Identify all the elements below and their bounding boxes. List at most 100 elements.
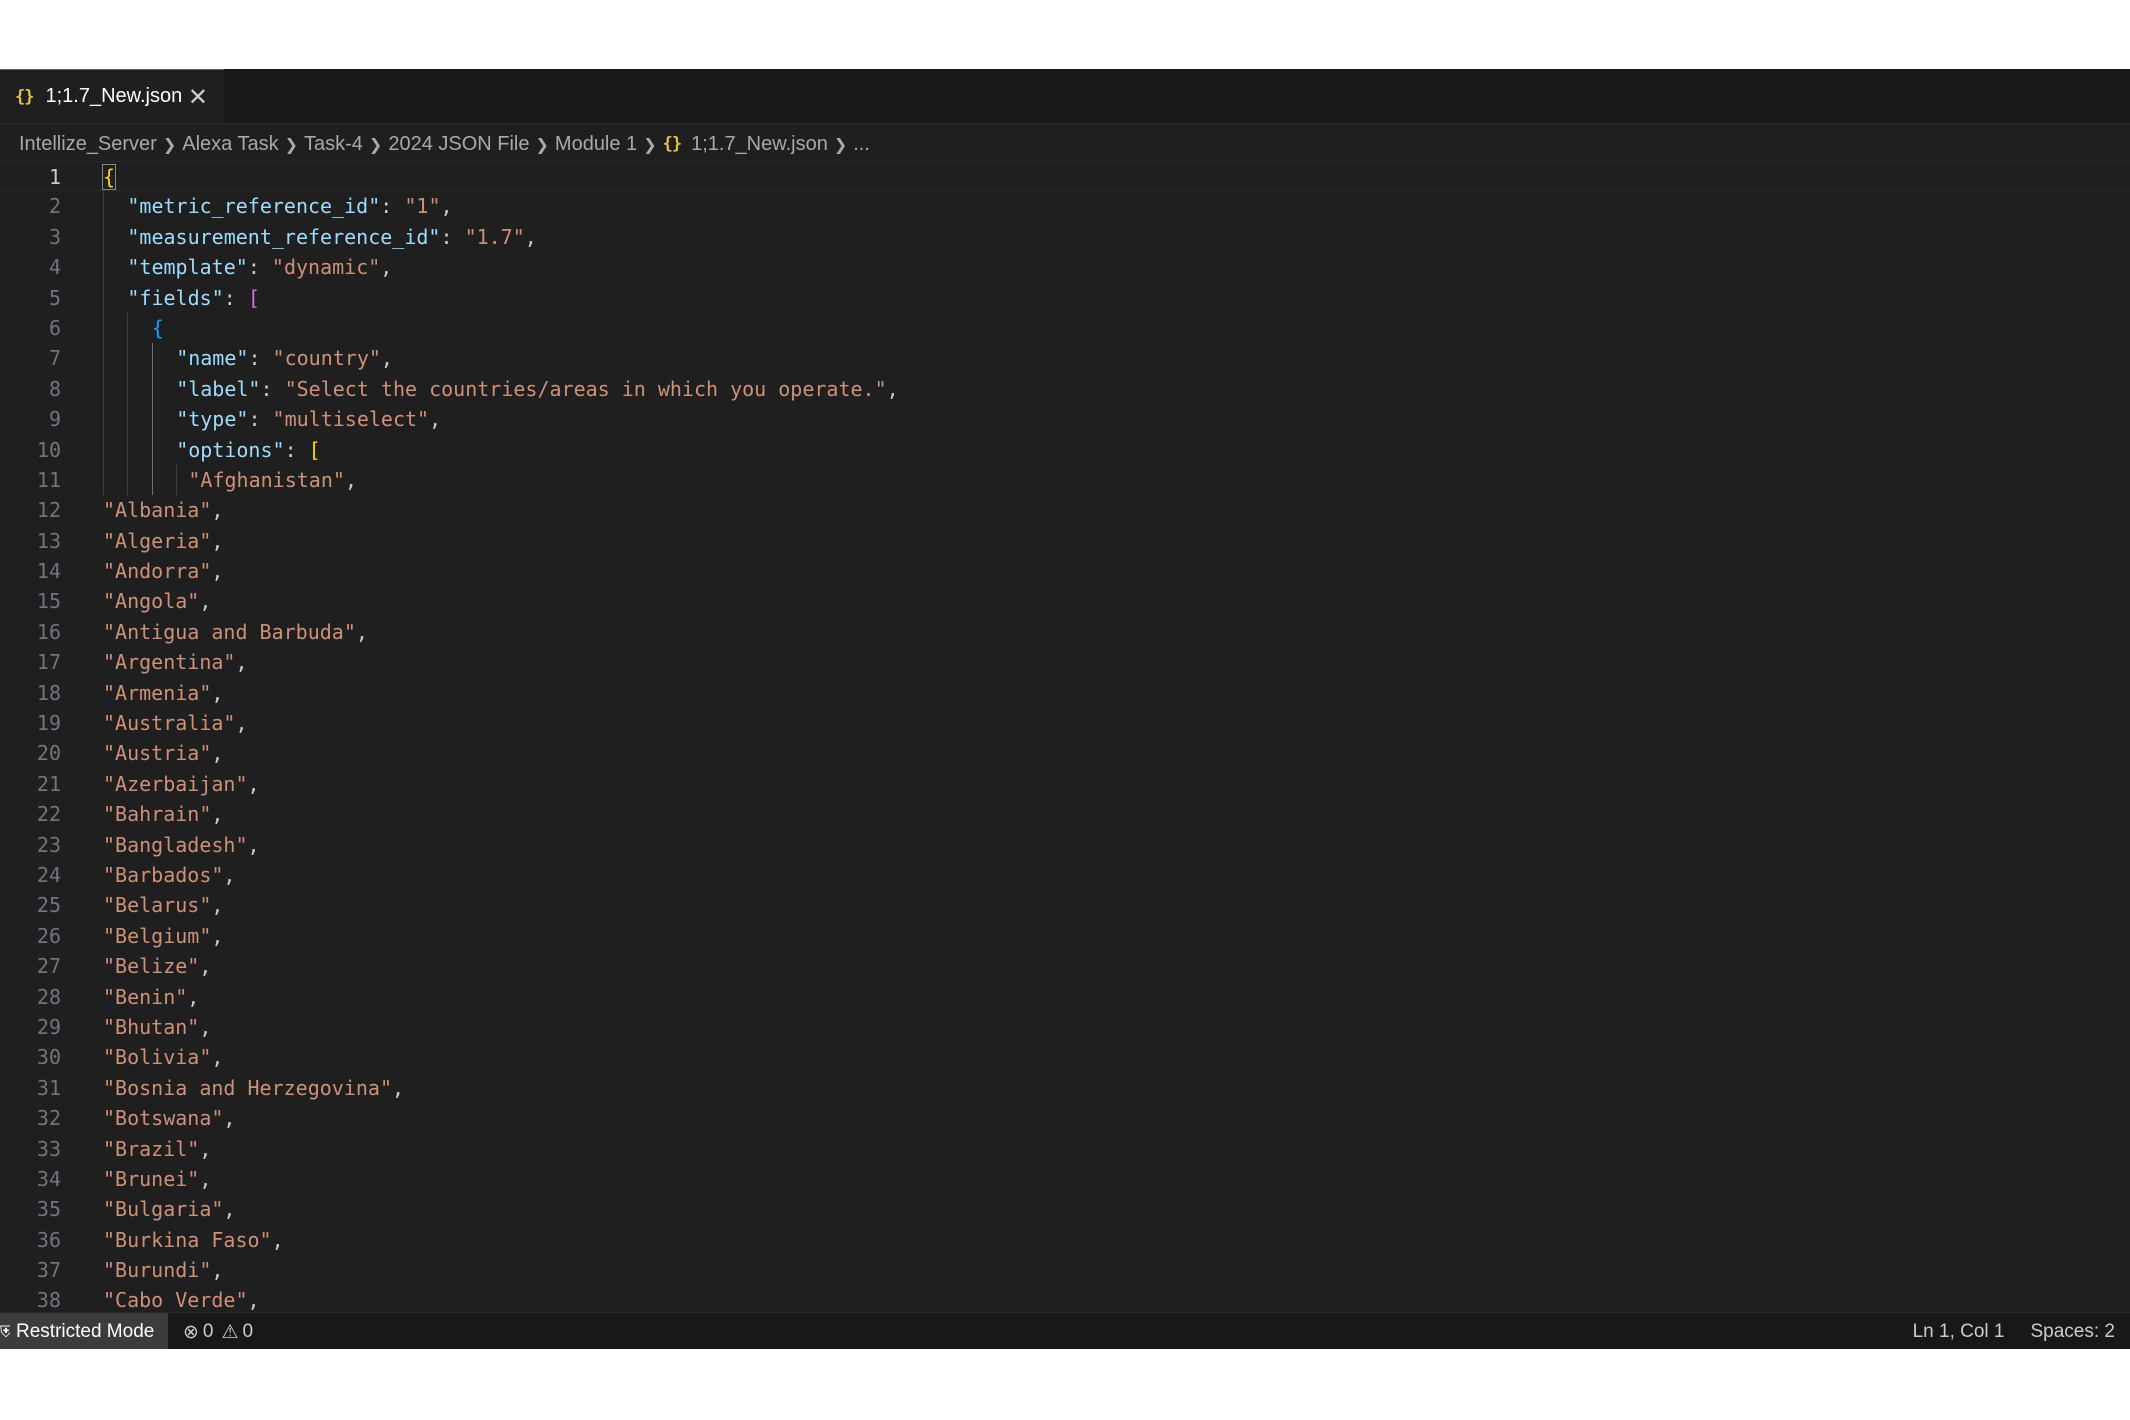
code-token: "Burundi"	[103, 1258, 212, 1283]
code-token: "1.7"	[464, 224, 525, 249]
code-line[interactable]: 35 "Bulgaria",	[0, 1194, 2130, 1224]
code-token: ,	[247, 832, 260, 857]
code-token: ,	[440, 194, 453, 219]
code-token: "options"	[176, 437, 285, 462]
code-token: "name"	[176, 346, 249, 371]
code-token: ,	[223, 862, 236, 887]
code-token: :	[223, 285, 248, 310]
code-line[interactable]: 9 "type": "multiselect",	[0, 404, 2130, 435]
code-line[interactable]: 11 "Afghanistan",	[0, 464, 2130, 496]
code-line[interactable]: 37 "Burundi",	[0, 1255, 2130, 1285]
code-line[interactable]: 31 "Bosnia and Herzegovina",	[0, 1073, 2130, 1103]
code-token: "Bolivia"	[103, 1045, 212, 1070]
code-token: ,	[211, 893, 224, 918]
code-line[interactable]: 8 "label": "Select the countries/areas in…	[0, 373, 2130, 405]
code-token: "Bulgaria"	[103, 1197, 224, 1222]
line-number: 21	[36, 771, 61, 796]
code-token: "Bhutan"	[103, 1014, 200, 1039]
breadcrumb-item[interactable]: Intellize_Server	[19, 133, 157, 156]
code-line[interactable]: 13 "Algeria",	[0, 526, 2130, 556]
code-line[interactable]: 30 "Bolivia",	[0, 1042, 2130, 1072]
code-token: "Afghanistan"	[188, 467, 345, 492]
code-token: "Argentina"	[103, 650, 236, 675]
line-number: 24	[36, 862, 61, 887]
code-content: "Angola",	[103, 586, 211, 616]
code-line[interactable]: 27 "Belize",	[0, 951, 2130, 981]
code-line[interactable]: 17 "Argentina",	[0, 647, 2130, 677]
code-line[interactable]: 2 "metric_reference_id": "1",	[0, 191, 2130, 222]
code-line[interactable]: 25 "Belarus",	[0, 890, 2130, 920]
code-line[interactable]: 33 "Brazil",	[0, 1134, 2130, 1164]
code-line[interactable]: 26 "Belgium",	[0, 921, 2130, 951]
breadcrumb-item[interactable]: Alexa Task	[182, 133, 278, 156]
tab-bar: {} 1;1.7_New.json ✕	[0, 69, 2130, 124]
indent-guide	[127, 404, 129, 435]
code-line[interactable]: 23 "Bangladesh",	[0, 830, 2130, 860]
code-line[interactable]: 14 "Andorra",	[0, 556, 2130, 586]
code-line[interactable]: 32 "Botswana",	[0, 1103, 2130, 1133]
json-braces-icon: {}	[662, 134, 683, 154]
line-number: 30	[36, 1045, 61, 1070]
indentation-setting[interactable]: Spaces: 2	[2031, 1321, 2116, 1343]
cursor-position[interactable]: Ln 1, Col 1	[1913, 1321, 2005, 1343]
code-content: "Bahrain",	[103, 799, 223, 829]
line-number: 29	[36, 1014, 61, 1039]
code-content: "Bhutan",	[103, 1012, 211, 1042]
code-token: ,	[235, 650, 248, 675]
breadcrumb-more[interactable]: ...	[853, 133, 870, 156]
code-token: "Botswana"	[103, 1106, 224, 1131]
code-line[interactable]: 20 "Austria",	[0, 738, 2130, 768]
restricted-mode-indicator[interactable]: ⛨ Restricted Mode	[0, 1313, 168, 1349]
problems-indicator[interactable]: ⊗ 0 ⚠ 0	[183, 1313, 253, 1349]
code-line[interactable]: 24 "Barbados",	[0, 860, 2130, 890]
status-bar: ⛨ Restricted Mode ⊗ 0 ⚠ 0 Ln 1, Col 1 Sp…	[0, 1312, 2130, 1349]
code-line[interactable]: 1{	[0, 161, 2130, 192]
indent-guide	[176, 464, 178, 496]
code-line[interactable]: 16 "Antigua and Barbuda",	[0, 617, 2130, 647]
code-line[interactable]: 15 "Angola",	[0, 586, 2130, 616]
code-content: "metric_reference_id": "1",	[127, 191, 452, 221]
code-line[interactable]: 36 "Burkina Faso",	[0, 1225, 2130, 1255]
line-number: 2	[48, 194, 61, 219]
code-token: "Algeria"	[103, 528, 212, 553]
code-token: "Cabo Verde"	[103, 1288, 248, 1313]
code-content: "Bosnia and Herzegovina",	[103, 1073, 404, 1103]
tab-json-file[interactable]: {} 1;1.7_New.json ✕	[0, 69, 224, 123]
code-line[interactable]: 34 "Brunei",	[0, 1164, 2130, 1194]
code-line[interactable]: 19 "Australia",	[0, 708, 2130, 738]
code-editor[interactable]: 1{2 "metric_reference_id": "1", 3 "measurem…	[0, 161, 2130, 1349]
code-token: "fields"	[127, 285, 224, 310]
code-line[interactable]: 28 "Benin",	[0, 982, 2130, 1012]
breadcrumb-file[interactable]: 1;1.7_New.json	[691, 133, 828, 156]
code-line[interactable]: 3 "measurement_reference_id": "1.7",	[0, 221, 2130, 253]
code-line[interactable]: 5 "fields": [	[0, 282, 2130, 313]
indent-guide	[151, 434, 153, 465]
line-number: 19	[36, 711, 61, 736]
code-token: "type"	[176, 407, 249, 432]
close-icon[interactable]: ✕	[188, 83, 208, 111]
line-number: 32	[36, 1106, 61, 1131]
code-token: "multiselect"	[272, 407, 430, 432]
code-line[interactable]: 10 "options": [	[0, 434, 2130, 465]
code-token: :	[260, 376, 285, 401]
code-line[interactable]: 6{	[0, 312, 2130, 344]
code-line[interactable]: 21 "Azerbaijan",	[0, 769, 2130, 799]
code-token: ,	[355, 619, 368, 644]
code-token: "country"	[272, 346, 381, 371]
error-count: 0	[202, 1320, 214, 1342]
code-line[interactable]: 7 "name": "country",	[0, 343, 2130, 374]
indent-guide	[127, 464, 129, 496]
code-line[interactable]: 29 "Bhutan",	[0, 1012, 2130, 1042]
code-content: "Austria",	[103, 738, 223, 768]
breadcrumb-item[interactable]: 2024 JSON File	[388, 133, 529, 156]
breadcrumb-item[interactable]: Module 1	[555, 133, 637, 156]
code-token: ,	[211, 559, 224, 584]
code-line[interactable]: 18 "Armenia",	[0, 678, 2130, 708]
line-number: 16	[36, 619, 61, 644]
breadcrumb-item[interactable]: Task-4	[304, 133, 363, 156]
code-token: :	[248, 346, 273, 371]
code-line[interactable]: 12 "Albania",	[0, 495, 2130, 525]
code-line[interactable]: 4 "template": "dynamic",	[0, 252, 2130, 283]
code-line[interactable]: 22 "Bahrain",	[0, 799, 2130, 829]
line-number: 25	[36, 893, 61, 918]
